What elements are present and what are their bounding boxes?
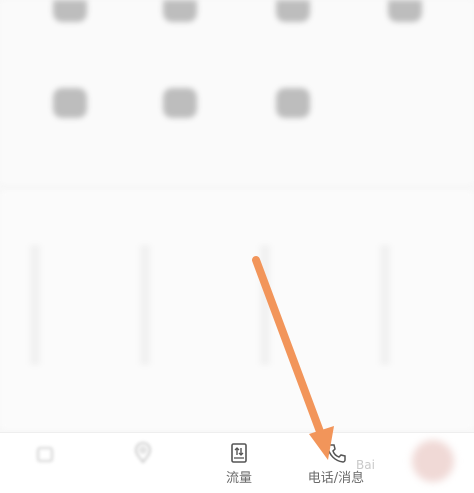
tab-location[interactable] bbox=[88, 433, 198, 493]
content-area bbox=[0, 190, 474, 430]
home-icon bbox=[37, 447, 53, 462]
phone-icon bbox=[327, 444, 346, 463]
divider bbox=[260, 245, 270, 365]
grid-item[interactable] bbox=[25, 88, 115, 128]
app-icon bbox=[53, 88, 87, 118]
blurred-avatar bbox=[412, 440, 454, 482]
grid-item[interactable] bbox=[248, 0, 338, 32]
watermark: Bai bbox=[356, 458, 375, 472]
bottom-tab-bar: 流量 电话/消息 bbox=[0, 432, 474, 493]
divider bbox=[140, 245, 150, 365]
app-icon bbox=[388, 0, 422, 22]
grid-item[interactable] bbox=[360, 0, 450, 32]
grid-item[interactable] bbox=[135, 0, 225, 32]
app-icon bbox=[53, 0, 87, 22]
grid-item[interactable] bbox=[135, 88, 225, 128]
grid-item[interactable] bbox=[25, 0, 115, 32]
tab-label: 流量 bbox=[225, 471, 252, 486]
location-icon bbox=[135, 442, 151, 464]
app-icon bbox=[276, 0, 310, 22]
app-icon bbox=[163, 88, 197, 118]
app-icon bbox=[163, 0, 197, 22]
data-traffic-icon bbox=[231, 443, 247, 463]
tab-home[interactable] bbox=[0, 433, 100, 493]
app-icon bbox=[276, 88, 310, 118]
grid-item[interactable] bbox=[248, 88, 338, 128]
icon-grid bbox=[0, 0, 474, 185]
divider bbox=[380, 245, 390, 365]
tab-data-traffic[interactable]: 流量 bbox=[184, 433, 294, 493]
divider bbox=[30, 245, 40, 365]
